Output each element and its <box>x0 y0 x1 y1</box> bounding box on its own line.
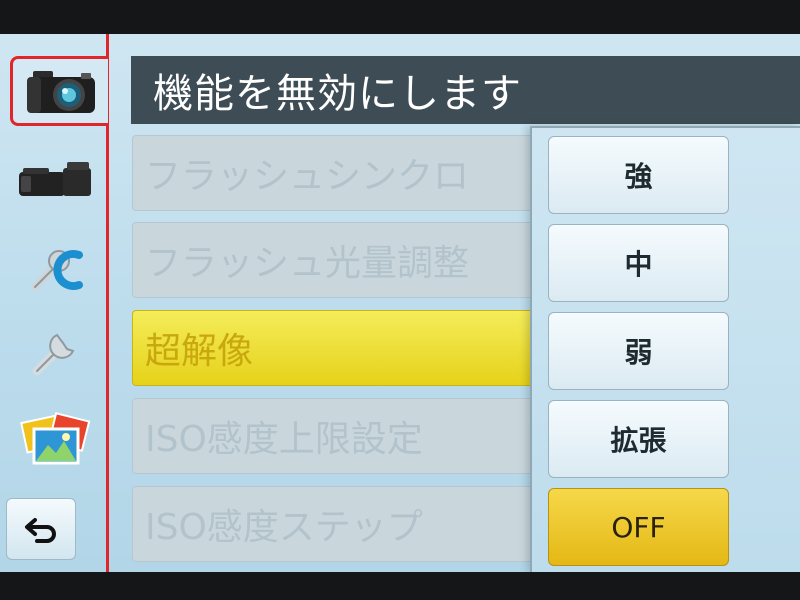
option-panel: 強 中 弱 拡張 OFF <box>530 126 800 572</box>
option-label: 拡張 <box>610 424 667 457</box>
menu-item-flash-sync[interactable]: フラッシュシンクロ <box>132 135 552 211</box>
camera-icon <box>26 71 95 113</box>
option-extended[interactable]: 拡張 <box>548 400 729 478</box>
menu-item-iso-limit[interactable]: ISO感度上限設定 <box>132 398 552 474</box>
return-arrow-icon <box>25 518 56 543</box>
camera-menu-screen: 機能を無効にします フラッシュシンクロ フラッシュ光量調整 超解像 ISO感度上… <box>0 34 800 572</box>
option-off[interactable]: OFF <box>548 488 729 566</box>
menu-item-flash-adjust[interactable]: フラッシュ光量調整 <box>132 222 552 298</box>
sidebar-item-setup[interactable] <box>12 316 98 386</box>
menu-item-label: ISO感度ステップ <box>145 507 423 548</box>
back-button[interactable] <box>6 498 76 560</box>
sidebar-item-video[interactable] <box>12 146 98 216</box>
option-label: OFF <box>611 510 666 544</box>
menu-item-label: ISO感度上限設定 <box>145 419 423 460</box>
sidebar-item-photo[interactable] <box>10 56 108 126</box>
sidebar-item-playback[interactable] <box>12 404 98 474</box>
wrench-icon <box>32 333 75 376</box>
menu-item-label: フラッシュ光量調整 <box>145 243 470 284</box>
option-medium[interactable]: 中 <box>548 224 729 302</box>
option-label: 強 <box>624 160 653 193</box>
menu-item-label: フラッシュシンクロ <box>145 156 470 197</box>
menu-item-iso-step[interactable]: ISO感度ステップ <box>132 486 552 562</box>
option-weak[interactable]: 弱 <box>548 312 729 390</box>
playback-photos-icon <box>20 412 91 465</box>
video-camera-icon <box>19 162 91 196</box>
sidebar-item-custom[interactable] <box>12 232 98 302</box>
menu-category-sidebar <box>0 34 110 572</box>
menu-item-label: 超解像 <box>145 331 254 372</box>
custom-wrench-icon <box>31 250 83 291</box>
menu-item-super-resolution[interactable]: 超解像 <box>132 310 552 386</box>
page-title: 機能を無効にします <box>153 71 522 117</box>
option-strong[interactable]: 強 <box>548 136 729 214</box>
option-label: 中 <box>624 248 653 281</box>
option-label: 弱 <box>624 336 653 369</box>
menu-title-bar: 機能を無効にします <box>131 56 800 124</box>
